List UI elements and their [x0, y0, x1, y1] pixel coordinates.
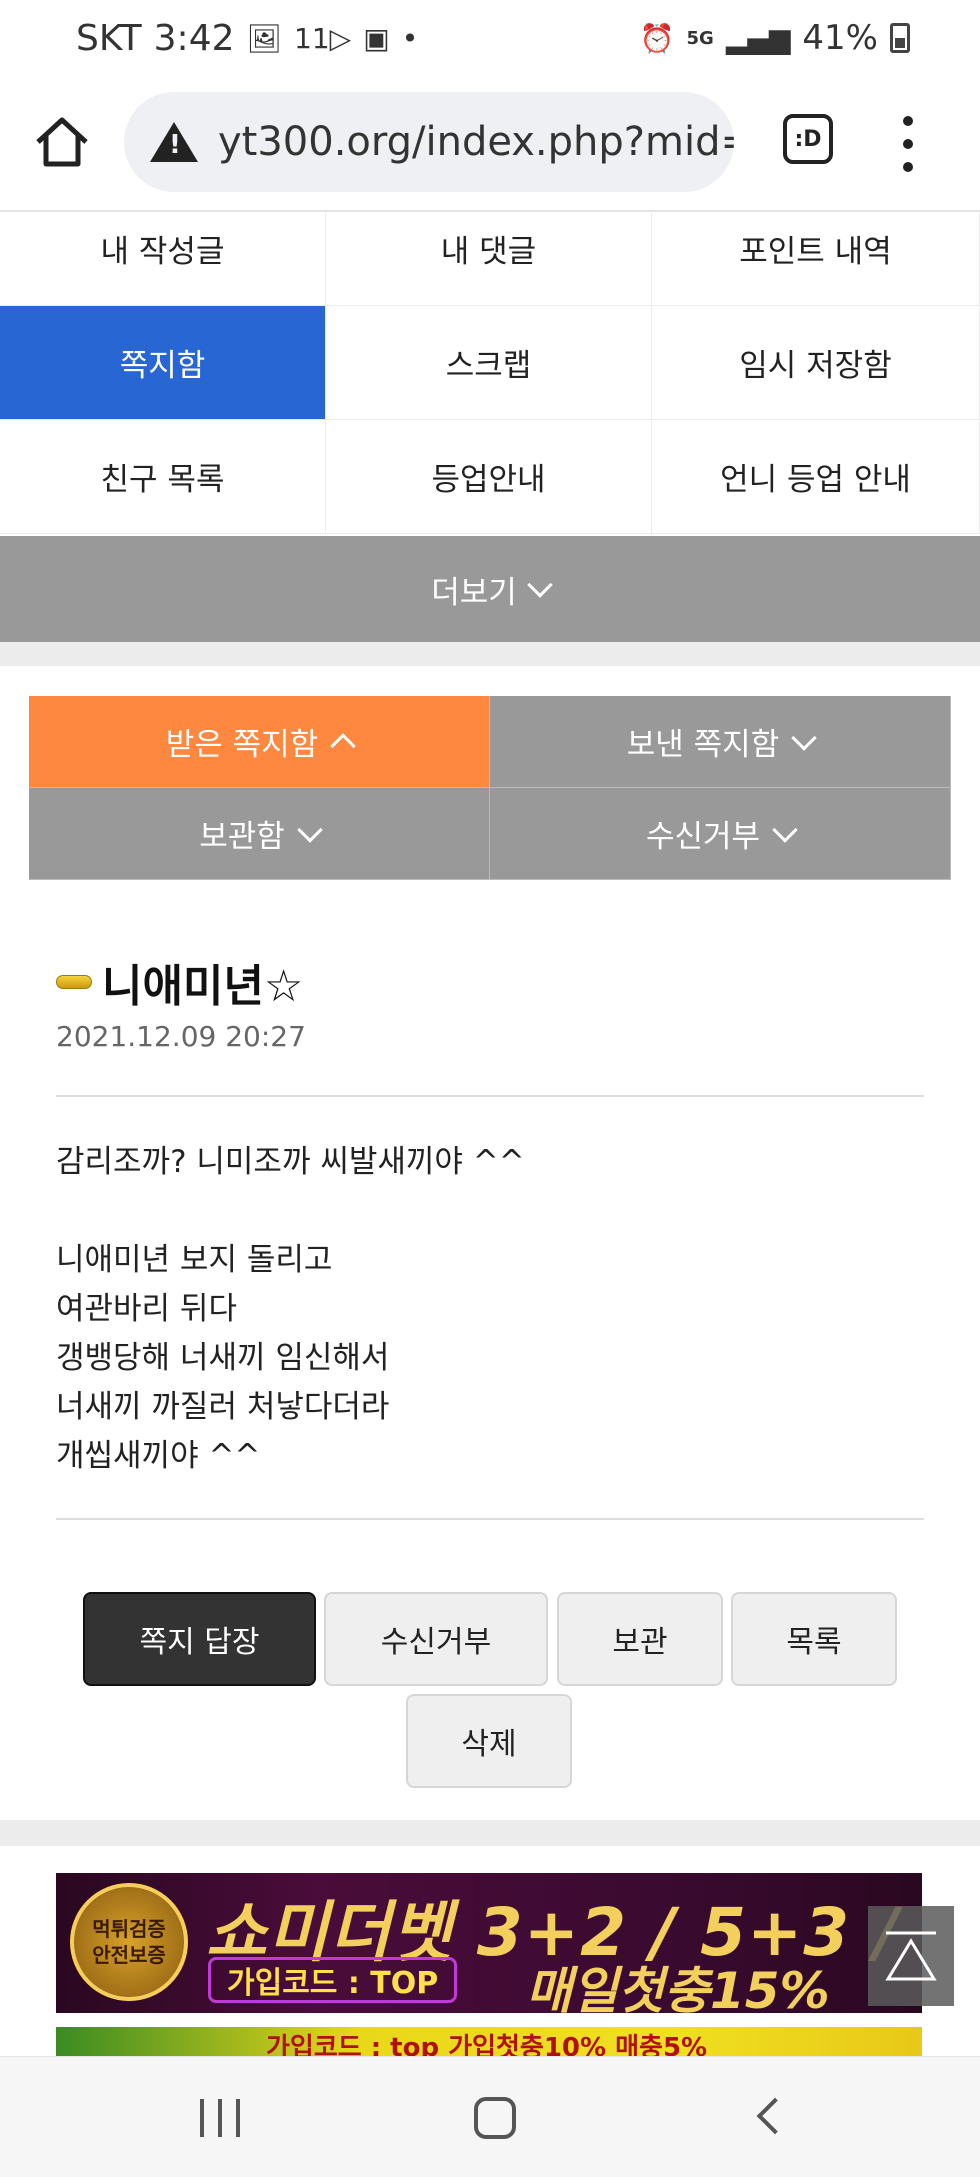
more-label: 더보기 [431, 574, 517, 611]
notification-text: 11▷ [294, 22, 352, 55]
message-tabs: 받은 쪽지함 보낸 쪽지함 보관함 수신거부 [29, 696, 951, 880]
tab-stored-label: 보관함 [199, 819, 285, 855]
message-date: 2021.12.09 20:27 [56, 1020, 306, 1053]
ad-banner-2[interactable]: 가입코드 : top 가입첫충10% 매충5% [56, 2027, 922, 2057]
menu-messages[interactable]: 쪽지함 [0, 306, 326, 420]
address-bar[interactable]: yt300.org/index.php?mid=m [124, 92, 734, 192]
level-badge-icon [56, 975, 92, 989]
carrier-label: SKT [76, 18, 142, 59]
menu-my-comments[interactable]: 내 댓글 [326, 213, 652, 306]
message-line [56, 1187, 924, 1236]
message-line: 개씹새끼야 ^^ [56, 1438, 261, 1474]
seal-line-2: 안전보증 [92, 1943, 166, 1967]
member-menu: 내 작성글 내 댓글 포인트 내역 쪽지함 스크랩 임시 저장함 친구 목록 등… [0, 213, 980, 534]
browser-toolbar: yt300.org/index.php?mid=m :D [0, 86, 980, 212]
message-sender: 니애미년☆ [56, 950, 303, 1014]
url-text[interactable]: yt300.org/index.php?mid=m [218, 119, 734, 165]
battery-percent: 41% [802, 18, 878, 58]
image-icon: 🖼 [246, 22, 283, 55]
overflow-menu-icon[interactable] [898, 116, 918, 172]
sender-name[interactable]: 니애미년☆ [102, 950, 303, 1014]
status-left: SKT 3:42 🖼 11▷ ▣ • [76, 18, 418, 59]
menu-drafts[interactable]: 임시 저장함 [652, 306, 980, 420]
network-type: 5G [686, 27, 714, 49]
menu-level-guide[interactable]: 등업안내 [326, 420, 652, 534]
warning-icon[interactable] [150, 122, 198, 162]
chevron-down-icon [527, 572, 553, 598]
section-divider [0, 642, 980, 666]
banner-subtitle: 매일첫충15% [526, 1962, 830, 2013]
menu-point-history[interactable]: 포인트 내역 [652, 213, 980, 306]
tab-sent[interactable]: 보낸 쪽지함 [490, 696, 951, 788]
dot-icon: • [401, 22, 419, 55]
home-icon[interactable] [32, 112, 92, 172]
message-line: 너새끼 까질러 처낳다더라 [56, 1389, 390, 1425]
delete-button[interactable]: 삭제 [406, 1694, 572, 1788]
menu-my-posts[interactable]: 내 작성글 [0, 213, 326, 306]
keep-button[interactable]: 보관 [557, 1592, 723, 1686]
message-line: 니애미년 보지 돌리고 [56, 1242, 333, 1278]
ad-banner[interactable]: 먹튀검증 안전보증 쇼미더벳 3+2 / 5+3 / 10+4 가입코드 : T… [56, 1873, 922, 2013]
chevron-down-icon [791, 724, 817, 751]
menu-friends[interactable]: 친구 목록 [0, 420, 326, 534]
tab-blocked-label: 수신거부 [645, 819, 761, 855]
tab-received[interactable]: 받은 쪽지함 [29, 696, 490, 788]
banner-code: 가입코드 : TOP [208, 1957, 458, 2003]
more-button[interactable]: 더보기 [0, 536, 980, 642]
chevron-up-icon [330, 732, 356, 759]
arrow-up-icon [885, 1931, 937, 1981]
scroll-to-top-button[interactable] [868, 1906, 954, 2006]
tab-blocked[interactable]: 수신거부 [490, 788, 951, 880]
verification-seal: 먹튀검증 안전보증 [70, 1883, 188, 2001]
message-body: 감리조까? 니미조까 씨발새끼야 ^^ 니애미년 보지 돌리고 여관바리 뒤다 … [56, 1138, 924, 1481]
tab-stored[interactable]: 보관함 [29, 788, 490, 880]
reply-button[interactable]: 쪽지 답장 [83, 1592, 316, 1686]
status-bar: SKT 3:42 🖼 11▷ ▣ • ⏰ 5G ▂▄▆ 41% [0, 0, 980, 86]
system-nav-bar [0, 2056, 980, 2177]
alarm-icon: ⏰ [639, 21, 675, 55]
tab-sent-label: 보낸 쪽지함 [626, 727, 780, 763]
app-icon: ▣ [363, 22, 390, 55]
list-button[interactable]: 목록 [731, 1592, 897, 1686]
message-line: 감리조까? 니미조까 씨발새끼야 ^^ [56, 1144, 525, 1180]
battery-icon [890, 23, 910, 53]
divider [56, 1095, 924, 1097]
seal-line-1: 먹튀검증 [92, 1917, 166, 1941]
block-button[interactable]: 수신거부 [324, 1592, 548, 1686]
section-divider [0, 1820, 980, 1846]
back-icon[interactable] [756, 2097, 794, 2135]
menu-scrap[interactable]: 스크랩 [326, 306, 652, 420]
message-line: 여관바리 뒤다 [56, 1291, 237, 1327]
tab-received-label: 받은 쪽지함 [165, 727, 319, 763]
signal-icon: ▂▄▆ [725, 21, 791, 55]
message-line: 갱뱅당해 너새끼 임신해서 [56, 1340, 390, 1376]
divider [56, 1518, 924, 1520]
banner2-text: 가입코드 : top 가입첫충10% 매충5% [266, 2033, 708, 2057]
recents-icon[interactable] [200, 2099, 240, 2137]
tab-switcher-button[interactable]: :D [783, 114, 833, 164]
home-nav-icon[interactable] [474, 2097, 516, 2139]
chevron-down-icon [772, 816, 798, 843]
status-right: ⏰ 5G ▂▄▆ 41% [640, 18, 910, 58]
clock: 3:42 [153, 18, 235, 59]
chevron-down-icon [297, 816, 323, 843]
menu-sister-level-guide[interactable]: 언니 등업 안내 [652, 420, 980, 534]
